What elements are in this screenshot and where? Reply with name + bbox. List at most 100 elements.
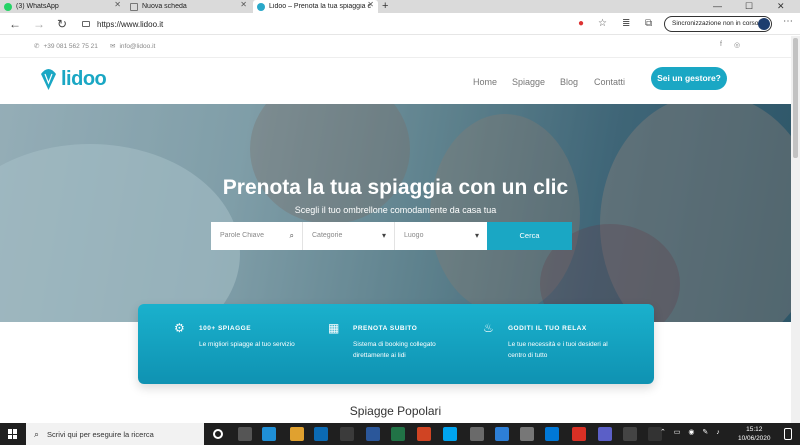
- back-icon[interactable]: ←: [9, 16, 21, 32]
- browser-tab-strip: (3) WhatsApp ✕ Nuova scheda ✕ Lidoo – Pr…: [0, 0, 800, 13]
- feature-title: PRENOTA SUBITO: [353, 325, 418, 332]
- app-icon[interactable]: [623, 427, 637, 441]
- tab-title: Lidoo – Prenota la tua spiaggia c: [269, 3, 371, 10]
- clock-time: 15:12: [746, 426, 763, 433]
- tab-whatsapp[interactable]: (3) WhatsApp ✕: [0, 0, 125, 13]
- caret-down-icon: ▾: [474, 231, 479, 240]
- collections-icon[interactable]: ≣: [622, 17, 630, 31]
- extension-icon[interactable]: ●: [578, 17, 584, 31]
- url-field[interactable]: https://www.lidoo.it: [82, 16, 622, 32]
- new-tab-button[interactable]: +: [382, 0, 388, 12]
- lidoo-favicon-icon: [257, 2, 265, 11]
- main-navigation: lidoo Home Spiagge Blog Contatti Sei un …: [0, 58, 791, 104]
- windows-taskbar: ⌕ Scrivi qui per eseguire la ricerca ⌃ ▭…: [0, 423, 800, 445]
- phone-contact[interactable]: ✆ +39 081 562 75 21: [34, 42, 98, 51]
- app-icon[interactable]: [598, 427, 612, 441]
- tab-new[interactable]: Nuova scheda ✕: [126, 0, 251, 13]
- task-view-icon[interactable]: [238, 427, 252, 441]
- contact-topbar: ✆ +39 081 562 75 21 ✉ info@lidoo.it f ◎: [0, 36, 791, 58]
- mail-icon: ✉: [110, 43, 116, 50]
- star-icon[interactable]: ☆: [598, 17, 607, 31]
- app-icon[interactable]: [572, 427, 586, 441]
- skype-icon[interactable]: [443, 427, 457, 441]
- app-icon[interactable]: [545, 427, 559, 441]
- cortana-icon[interactable]: [213, 429, 223, 439]
- nav-contatti[interactable]: Contatti: [594, 77, 625, 87]
- relax-icon: ♨: [483, 321, 494, 335]
- keyword-field[interactable]: ⌕: [211, 222, 303, 250]
- feature-description: Le tue necessità e i tuoi desideri al ce…: [508, 341, 608, 359]
- keyword-input[interactable]: [220, 232, 290, 239]
- close-icon[interactable]: ✕: [367, 0, 374, 9]
- windows-start-icon[interactable]: [8, 429, 18, 439]
- mail-app-icon[interactable]: [314, 427, 328, 441]
- instagram-icon[interactable]: ◎: [734, 41, 740, 49]
- minimize-icon[interactable]: —: [713, 0, 722, 12]
- store-icon[interactable]: [340, 427, 354, 441]
- address-bar: ← → ↻ https://www.lidoo.it ● ☆ ≣ ⧉ Sincr…: [0, 13, 800, 35]
- ice-cream-logo-icon: [41, 69, 56, 90]
- nav-spiagge[interactable]: Spiagge: [512, 77, 545, 87]
- close-icon[interactable]: ✕: [240, 0, 247, 9]
- phone-icon: ✆: [34, 43, 40, 50]
- location-select[interactable]: Luogo ▾: [395, 222, 487, 250]
- feature-description: Sistema di booking collegato direttament…: [353, 341, 436, 359]
- category-select[interactable]: Categorie ▾: [303, 222, 395, 250]
- system-tray-icons[interactable]: ⌃ ▭ ◉ ✎ ♪: [660, 428, 723, 436]
- tab-title: Nuova scheda: [142, 3, 187, 10]
- feature-title: GODITI IL TUO RELAX: [508, 325, 587, 332]
- tab-title: (3) WhatsApp: [16, 3, 59, 10]
- nav-blog[interactable]: Blog: [560, 77, 578, 87]
- excel-icon[interactable]: [391, 427, 405, 441]
- caret-down-icon: ▾: [381, 231, 386, 240]
- new-tab-icon: [130, 2, 138, 11]
- edge-icon[interactable]: [262, 427, 276, 441]
- url-text: https://www.lidoo.it: [97, 19, 164, 29]
- maximize-icon[interactable]: ☐: [745, 0, 753, 12]
- search-form: ⌕ Categorie ▾ Luogo ▾ Cerca: [211, 222, 572, 250]
- hero-subtitle: Scegli il tuo ombrellone comodamente da …: [294, 205, 497, 215]
- page-scrollbar[interactable]: [791, 36, 800, 423]
- gear-icon: ⚙: [174, 321, 185, 335]
- popular-beaches-heading: Spiagge Popolari: [349, 404, 442, 418]
- app-icon[interactable]: [495, 427, 509, 441]
- category-label: Categorie: [312, 232, 343, 239]
- more-icon[interactable]: ⋯: [783, 16, 793, 27]
- email-contact[interactable]: ✉ info@lidoo.it: [110, 42, 156, 51]
- folder-icon[interactable]: [290, 427, 304, 441]
- reload-icon[interactable]: ↻: [57, 16, 67, 32]
- whatsapp-icon: [4, 2, 12, 11]
- search-icon: ⌕: [289, 231, 294, 240]
- nav-home[interactable]: Home: [473, 77, 497, 87]
- window-close-icon[interactable]: ✕: [777, 0, 785, 12]
- sync-label: Sincronizzazione non in corso: [672, 20, 759, 27]
- location-label: Luogo: [404, 232, 424, 239]
- lock-icon: [82, 21, 90, 27]
- notifications-icon[interactable]: [784, 428, 792, 440]
- avatar: [758, 18, 770, 30]
- search-button[interactable]: Cerca: [487, 222, 572, 250]
- features-box: ⚙ 100+ SPIAGGE Le migliori spiagge al tu…: [138, 304, 654, 384]
- logo-text: lidoo: [61, 67, 107, 90]
- forward-icon[interactable]: →: [33, 16, 45, 32]
- calendar-icon: ▦: [328, 321, 340, 335]
- sync-button[interactable]: Sincronizzazione non in corso: [664, 16, 772, 32]
- favorites-icon[interactable]: ⧉: [645, 17, 652, 31]
- search-icon: ⌕: [34, 428, 40, 439]
- taskbar-search-placeholder: Scrivi qui per eseguire la ricerca: [47, 429, 154, 439]
- close-icon[interactable]: ✕: [114, 0, 121, 9]
- email-address: info@lidoo.it: [119, 42, 156, 50]
- tools-icon[interactable]: [520, 427, 534, 441]
- taskbar-search[interactable]: ⌕ Scrivi qui per eseguire la ricerca: [26, 423, 204, 445]
- facebook-icon[interactable]: f: [720, 41, 722, 48]
- powerpoint-icon[interactable]: [417, 427, 431, 441]
- site-logo[interactable]: lidoo: [40, 67, 107, 91]
- feature-title: 100+ SPIAGGE: [199, 325, 252, 332]
- word-icon[interactable]: [366, 427, 380, 441]
- app-icon[interactable]: [470, 427, 484, 441]
- tab-lidoo[interactable]: Lidoo – Prenota la tua spiaggia c ✕: [253, 0, 378, 13]
- manager-cta-button[interactable]: Sei un gestore?: [651, 67, 727, 90]
- hero-title: Prenota la tua spiaggia con un clic: [222, 176, 569, 199]
- clock[interactable]: 15:12 10/06/2020: [738, 425, 771, 443]
- scrollbar-thumb[interactable]: [793, 38, 798, 158]
